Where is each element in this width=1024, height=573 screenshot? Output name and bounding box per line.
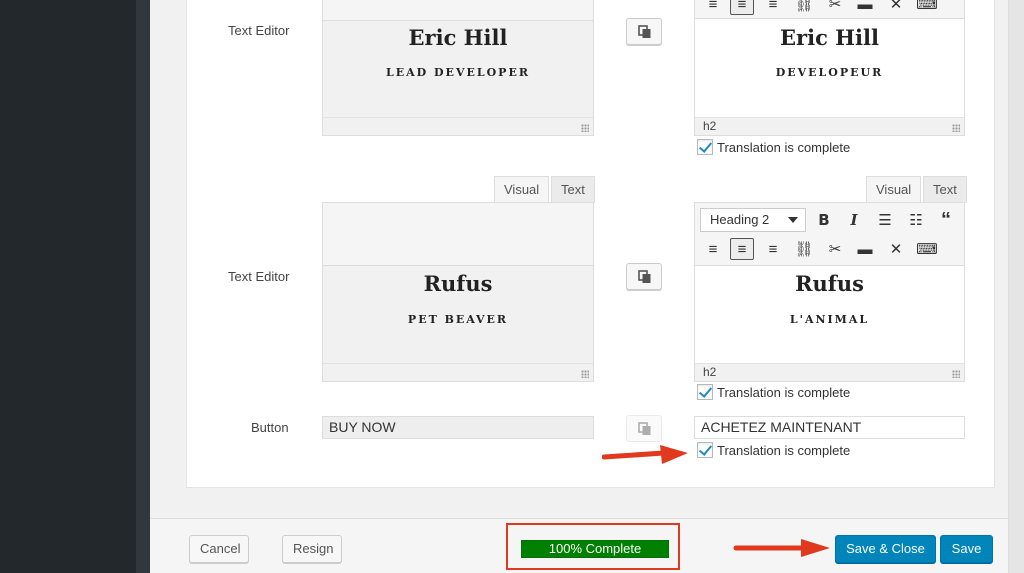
row-label-button: Button bbox=[251, 420, 289, 435]
link-icon[interactable]: ⛓ bbox=[792, 0, 816, 15]
italic-icon[interactable]: I bbox=[842, 209, 866, 231]
resize-grip[interactable] bbox=[581, 124, 589, 132]
original-editor-body-1: Eric Hill LEAD DEVELOPER bbox=[323, 21, 593, 117]
annotation-arrow-icon bbox=[602, 445, 688, 464]
copy-icon bbox=[638, 25, 651, 38]
translation-complete-label-2: Translation is complete bbox=[717, 384, 851, 400]
copy-icon bbox=[638, 422, 651, 435]
fullscreen-icon[interactable]: ✕ bbox=[884, 0, 908, 15]
translation-heading-1: Eric Hill bbox=[780, 25, 879, 50]
admin-sidebar bbox=[0, 0, 150, 573]
bold-icon[interactable]: B bbox=[812, 209, 836, 231]
copy-original-button-1[interactable] bbox=[626, 18, 662, 45]
progress-bar: 100% Complete bbox=[521, 540, 669, 558]
cancel-button[interactable]: Cancel bbox=[189, 535, 249, 563]
align-left-icon[interactable]: ≡ bbox=[701, 0, 725, 15]
copy-icon bbox=[638, 270, 651, 283]
translation-editor-toolbar-2: Heading 2 B I ☰ ☷ “ ≡ ≡ ≡ ⛓ ✂ ▬ ✕ ⌨ bbox=[695, 203, 964, 266]
scrollbar-gutter[interactable] bbox=[1008, 0, 1024, 573]
original-editor-statusbar-1 bbox=[323, 117, 593, 135]
format-select[interactable]: Heading 2 bbox=[700, 208, 806, 232]
admin-sidebar-edge bbox=[136, 0, 150, 573]
translation-complete-checkbox-2[interactable] bbox=[697, 384, 713, 400]
tab-visual-translation[interactable]: Visual bbox=[866, 176, 922, 203]
translation-complete-label-3: Translation is complete bbox=[717, 442, 851, 458]
resign-button[interactable]: Resign bbox=[282, 535, 342, 563]
translation-complete-checkbox-1[interactable] bbox=[697, 139, 713, 155]
translation-button-text[interactable]: ACHETEZ MAINTENANT bbox=[694, 416, 965, 439]
align-right-icon[interactable]: ≡ bbox=[761, 238, 785, 260]
original-editor-toolbar-1 bbox=[323, 0, 593, 21]
align-left-icon[interactable]: ≡ bbox=[701, 238, 725, 260]
original-subtitle-1: LEAD DEVELOPER bbox=[386, 66, 530, 79]
align-right-icon[interactable]: ≡ bbox=[761, 0, 785, 15]
original-heading-1: Eric Hill bbox=[408, 25, 508, 50]
resize-grip[interactable] bbox=[952, 124, 960, 132]
link-icon[interactable]: ⛓ bbox=[792, 238, 816, 260]
resize-grip[interactable] bbox=[952, 370, 960, 378]
kitchen-sink-icon[interactable]: ⌨ bbox=[915, 238, 939, 260]
read-more-icon[interactable]: ▬ bbox=[853, 238, 877, 260]
resize-grip[interactable] bbox=[581, 370, 589, 378]
bullet-list-icon[interactable]: ☰ bbox=[873, 209, 897, 231]
translation-complete-2[interactable]: Translation is complete bbox=[697, 384, 850, 400]
numbered-list-icon[interactable]: ☷ bbox=[904, 209, 928, 231]
unlink-icon[interactable]: ✂ bbox=[823, 0, 847, 15]
copy-original-button-3[interactable] bbox=[626, 415, 662, 442]
translation-complete-label-1: Translation is complete bbox=[717, 139, 851, 155]
align-center-icon[interactable]: ≡ bbox=[730, 0, 754, 15]
translation-editor-toolbar-1: ≡ ≡ ≡ ⛓ ✂ ▬ ✕ ⌨ bbox=[695, 0, 964, 19]
translation-complete-checkbox-3[interactable] bbox=[697, 442, 713, 458]
unlink-icon[interactable]: ✂ bbox=[823, 238, 847, 260]
translation-editor-2[interactable]: Heading 2 B I ☰ ☷ “ ≡ ≡ ≡ ⛓ ✂ ▬ ✕ ⌨ Rufu… bbox=[694, 202, 965, 382]
tab-visual-original[interactable]: Visual bbox=[494, 176, 550, 203]
original-heading-2: Rufus bbox=[423, 271, 493, 296]
translation-complete-1[interactable]: Translation is complete bbox=[697, 139, 850, 155]
translation-heading-2: Rufus bbox=[795, 271, 864, 296]
blockquote-icon[interactable]: “ bbox=[934, 209, 958, 231]
format-select-value: Heading 2 bbox=[710, 212, 770, 227]
save-button[interactable]: Save bbox=[940, 535, 993, 563]
align-center-icon[interactable]: ≡ bbox=[730, 238, 754, 260]
original-subtitle-2: PET BEAVER bbox=[407, 313, 509, 326]
translation-subtitle-1: DEVELOPEUR bbox=[775, 66, 884, 79]
fullscreen-icon[interactable]: ✕ bbox=[884, 238, 908, 260]
save-close-button[interactable]: Save & Close bbox=[835, 535, 936, 563]
translation-editor-statusbar-2: h2 bbox=[695, 363, 964, 381]
annotation-arrow-icon bbox=[733, 539, 830, 557]
kitchen-sink-icon[interactable]: ⌨ bbox=[915, 0, 939, 15]
translation-editor-body-2[interactable]: Rufus L'ANIMAL bbox=[695, 266, 964, 364]
row-label-text-editor-2: Text Editor bbox=[228, 269, 290, 284]
read-more-icon[interactable]: ▬ bbox=[853, 0, 877, 15]
original-button-text: BUY NOW bbox=[322, 416, 594, 439]
original-editor-1: Eric Hill LEAD DEVELOPER bbox=[322, 0, 594, 136]
copy-original-button-2[interactable] bbox=[626, 263, 662, 290]
original-editor-body-2: Rufus PET BEAVER bbox=[323, 266, 593, 364]
translation-subtitle-2: L'ANIMAL bbox=[789, 313, 870, 326]
tab-text-translation[interactable]: Text bbox=[923, 176, 967, 203]
original-editor-toolbar-2 bbox=[323, 203, 593, 266]
row-label-text-editor-1: Text Editor bbox=[228, 23, 290, 38]
translation-editor-1[interactable]: ≡ ≡ ≡ ⛓ ✂ ▬ ✕ ⌨ Eric Hill DEVELOPEUR h2 bbox=[694, 0, 965, 136]
original-editor-2: Rufus PET BEAVER bbox=[322, 202, 594, 382]
translation-editor-body-1[interactable]: Eric Hill DEVELOPEUR bbox=[695, 19, 964, 119]
translation-editor-statusbar-1: h2 bbox=[695, 117, 964, 135]
tab-text-original[interactable]: Text bbox=[551, 176, 595, 203]
translation-complete-3[interactable]: Translation is complete bbox=[697, 442, 850, 458]
chevron-down-icon bbox=[788, 217, 798, 223]
original-editor-statusbar-2 bbox=[323, 363, 593, 381]
